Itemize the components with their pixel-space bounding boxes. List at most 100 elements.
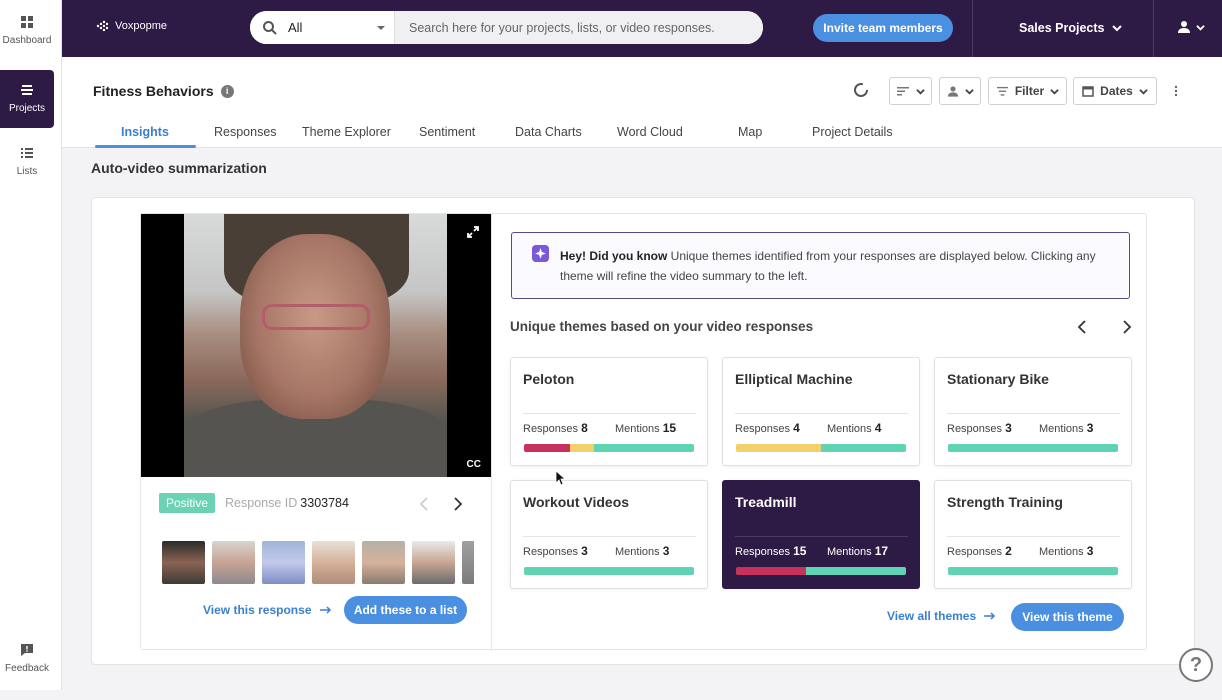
divider bbox=[947, 413, 1120, 414]
response-thumbnail[interactable] bbox=[262, 541, 305, 584]
sidebar-item-label: Dashboard bbox=[2, 35, 52, 46]
theme-card-peloton[interactable]: Peloton Responses 8 Mentions 15 bbox=[510, 357, 708, 466]
dates-button[interactable]: Dates bbox=[1073, 77, 1157, 105]
dashboard-icon bbox=[21, 16, 33, 28]
view-all-themes-link[interactable]: View all themes bbox=[887, 609, 996, 623]
response-thumbnail[interactable] bbox=[312, 541, 355, 584]
neutral-segment bbox=[569, 444, 594, 452]
summary-panel: CC Positive Response ID 3303784 View thi… bbox=[91, 197, 1195, 665]
info-icon[interactable]: i bbox=[220, 84, 234, 98]
divider bbox=[972, 0, 973, 57]
filter-label: Filter bbox=[1014, 84, 1045, 98]
user-menu[interactable] bbox=[1177, 20, 1205, 34]
mentions-label: Mentions bbox=[827, 423, 872, 435]
search-input[interactable] bbox=[395, 11, 763, 44]
sidebar-item-projects[interactable]: Projects bbox=[0, 70, 54, 128]
logo-icon bbox=[96, 20, 109, 32]
responses-stat: Responses 15 bbox=[735, 544, 806, 558]
video-content bbox=[262, 304, 370, 330]
responses-count: 15 bbox=[793, 544, 807, 558]
arrow-right-icon bbox=[319, 606, 331, 614]
theme-card-workout-videos[interactable]: Workout Videos Responses 3 Mentions 3 bbox=[510, 480, 708, 589]
theme-card-strength-training[interactable]: Strength Training Responses 2 Mentions 3 bbox=[934, 480, 1132, 589]
theme-card-stationary-bike[interactable]: Stationary Bike Responses 3 Mentions 3 bbox=[934, 357, 1132, 466]
invite-team-members-button[interactable]: Invite team members bbox=[813, 14, 953, 42]
theme-name: Treadmill bbox=[735, 494, 797, 510]
themes-previous-icon[interactable] bbox=[1076, 320, 1090, 334]
sidebar: Dashboard Projects Lists Feedback bbox=[0, 0, 62, 690]
video-player[interactable]: CC bbox=[141, 214, 491, 477]
help-button[interactable]: ? bbox=[1179, 648, 1213, 682]
responses-label: Responses bbox=[735, 546, 791, 558]
project-selector[interactable]: Sales Projects bbox=[1019, 21, 1123, 35]
project-header: Fitness Behaviors i Filter Dates Insight… bbox=[62, 57, 1222, 148]
user-icon bbox=[1178, 21, 1190, 33]
add-to-list-button[interactable]: Add these to a list bbox=[344, 596, 467, 624]
sentiment-bar bbox=[524, 444, 694, 452]
chevron-down-icon bbox=[1196, 24, 1205, 31]
response-thumbnail[interactable] bbox=[412, 541, 455, 584]
feedback-button[interactable]: Feedback bbox=[0, 642, 54, 700]
voxpopme-logo[interactable]: Voxpopme bbox=[95, 18, 167, 34]
tab-data-charts[interactable]: Data Charts bbox=[515, 125, 582, 139]
search-scope-select[interactable]: All bbox=[250, 11, 395, 44]
expand-icon[interactable] bbox=[467, 226, 479, 238]
responses-label: Responses bbox=[947, 546, 1003, 558]
tab-map[interactable]: Map bbox=[738, 125, 762, 139]
chevron-down-icon bbox=[916, 88, 925, 95]
responses-count: 2 bbox=[1005, 544, 1012, 558]
next-response-icon[interactable] bbox=[449, 496, 465, 512]
neutral-segment bbox=[736, 444, 821, 452]
previous-response-icon[interactable] bbox=[417, 496, 433, 512]
sentiment-bar bbox=[736, 444, 906, 452]
view-this-response-link[interactable]: View this response bbox=[203, 603, 332, 617]
sparkle-icon bbox=[532, 245, 549, 262]
mentions-stat: Mentions 17 bbox=[827, 544, 888, 558]
page-title: Fitness Behaviors i bbox=[93, 83, 234, 99]
sort-dropdown[interactable] bbox=[889, 77, 932, 105]
mentions-count: 17 bbox=[874, 544, 889, 558]
sidebar-item-label: Projects bbox=[8, 103, 46, 114]
positive-segment bbox=[948, 567, 1118, 575]
view-all-themes-label: View all themes bbox=[887, 609, 977, 623]
chevron-down-icon bbox=[1139, 88, 1148, 95]
search-scope-value: All bbox=[288, 20, 303, 35]
response-thumbnail[interactable] bbox=[362, 541, 405, 584]
divider bbox=[523, 536, 696, 537]
themes-section: Hey! Did you know Unique themes identifi… bbox=[491, 214, 1147, 651]
positive-segment bbox=[948, 444, 1118, 452]
theme-name: Workout Videos bbox=[523, 494, 630, 510]
mentions-label: Mentions bbox=[1039, 423, 1084, 435]
filter-button[interactable]: Filter bbox=[988, 77, 1067, 105]
positive-segment bbox=[524, 567, 694, 575]
themes-next-icon[interactable] bbox=[1119, 320, 1133, 334]
tab-responses[interactable]: Responses bbox=[214, 125, 277, 139]
negative-segment bbox=[736, 567, 806, 575]
more-options-icon[interactable] bbox=[1172, 84, 1180, 98]
response-thumbnail[interactable] bbox=[212, 541, 255, 584]
section-title: Auto-video summarization bbox=[91, 160, 267, 176]
response-thumbnail[interactable] bbox=[162, 541, 205, 584]
tip-banner: Hey! Did you know Unique themes identifi… bbox=[511, 232, 1130, 299]
closed-captions-button[interactable]: CC bbox=[467, 459, 481, 470]
responses-count: 3 bbox=[1005, 421, 1012, 435]
user-filter-dropdown[interactable] bbox=[939, 77, 981, 105]
chevron-down-icon bbox=[964, 88, 974, 95]
sidebar-item-dashboard[interactable]: Dashboard bbox=[0, 14, 54, 72]
response-thumbnail[interactable] bbox=[462, 541, 474, 584]
tab-project-details[interactable]: Project Details bbox=[812, 125, 893, 139]
sentiment-bar bbox=[736, 567, 906, 575]
sidebar-item-lists[interactable]: Lists bbox=[0, 145, 54, 203]
tab-word-cloud[interactable]: Word Cloud bbox=[617, 125, 683, 139]
tab-sentiment[interactable]: Sentiment bbox=[419, 125, 475, 139]
mentions-stat: Mentions 15 bbox=[615, 421, 676, 435]
tab-theme-explorer[interactable]: Theme Explorer bbox=[302, 125, 391, 139]
responses-count: 4 bbox=[793, 421, 800, 435]
refresh-icon[interactable] bbox=[853, 82, 869, 98]
view-this-theme-button[interactable]: View this theme bbox=[1011, 603, 1124, 631]
responses-count: 3 bbox=[581, 544, 588, 558]
theme-card-elliptical-machine[interactable]: Elliptical Machine Responses 4 Mentions 4 bbox=[722, 357, 920, 466]
tab-insights[interactable]: Insights bbox=[121, 125, 169, 139]
themes-title: Unique themes based on your video respon… bbox=[510, 319, 814, 334]
theme-card-treadmill[interactable]: Treadmill Responses 15 Mentions 17 bbox=[722, 480, 920, 589]
